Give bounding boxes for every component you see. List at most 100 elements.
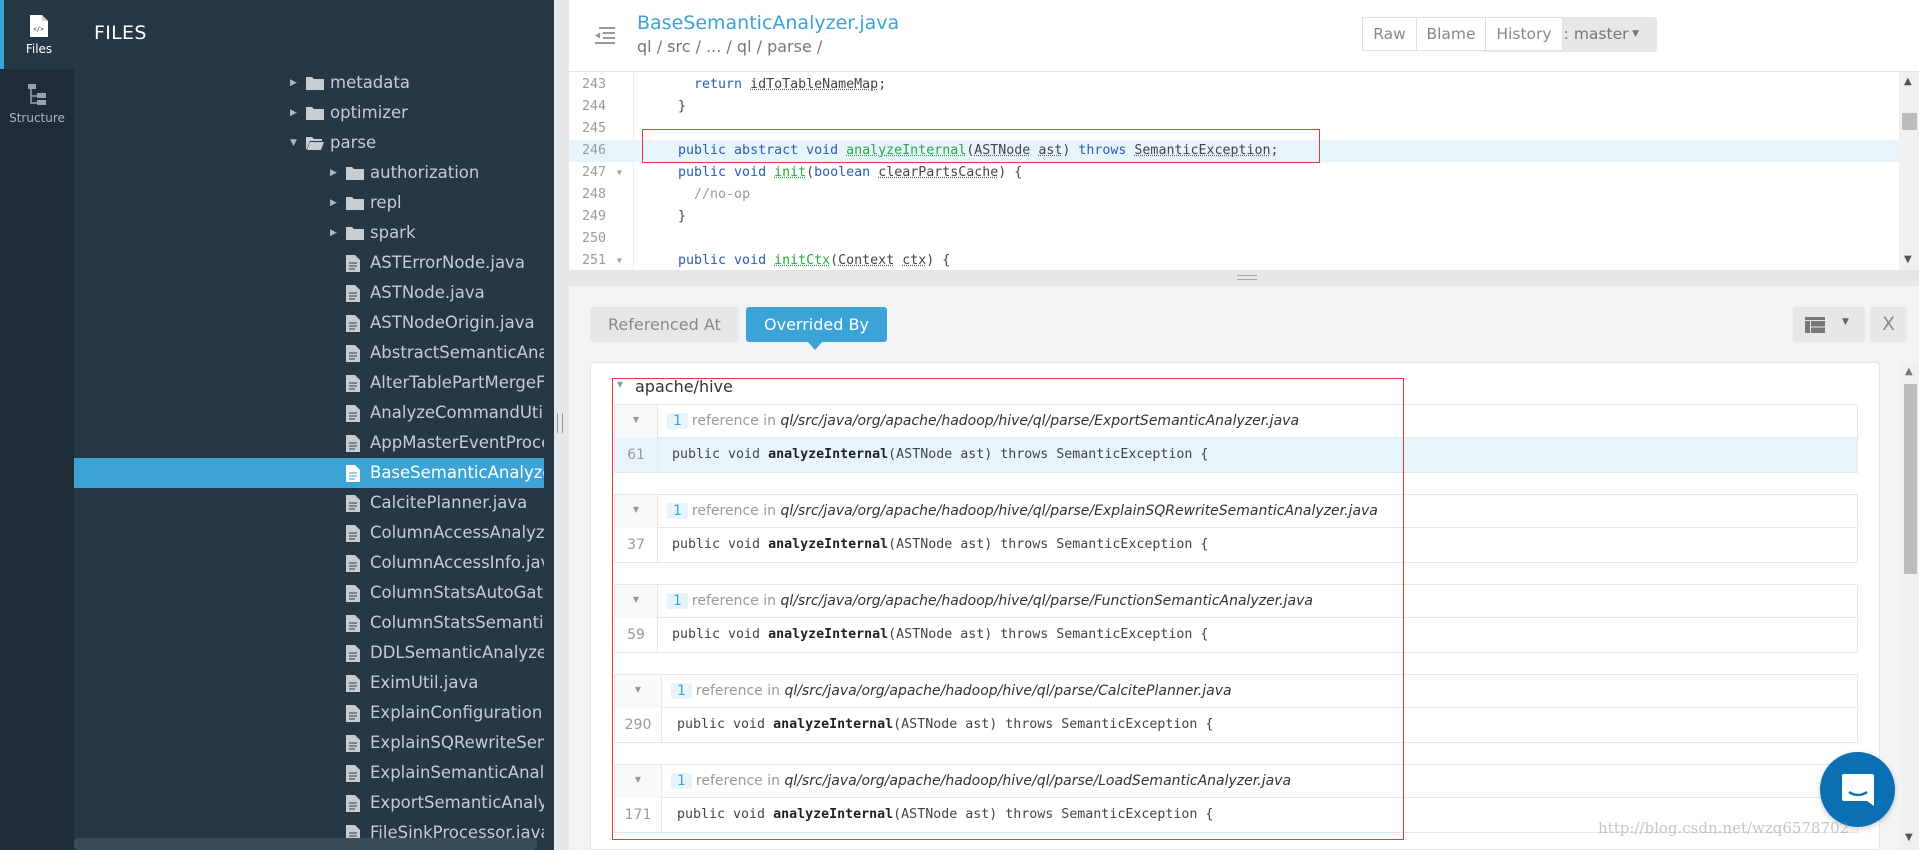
scroll-down-icon[interactable]: ▼ <box>1905 832 1913 843</box>
reference-code-line[interactable]: 61 public void analyzeInternal(ASTNode as… <box>615 438 1857 472</box>
toggle-sidebar-icon[interactable] <box>593 26 617 46</box>
line-number[interactable]: 37 <box>615 528 658 562</box>
code-symbol[interactable]: init <box>774 165 806 180</box>
code-symbol[interactable]: initCtx <box>774 253 830 268</box>
reference-file-path[interactable]: ql/src/java/org/apache/hadoop/hive/ql/pa… <box>780 593 1313 609</box>
tree-file[interactable]: ExplainConfiguration.j <box>74 698 544 728</box>
collapse-caret-icon[interactable]: ▼ <box>615 765 662 798</box>
rail-item-files[interactable]: </> Files <box>0 0 74 69</box>
tree-file[interactable]: ASTErrorNode.java <box>74 248 544 278</box>
layout-toggle-button[interactable]: ▼ <box>1793 307 1865 342</box>
tree-folder[interactable]: ▼ parse <box>74 128 544 158</box>
tree-file[interactable]: ExplainSemanticAnaly <box>74 758 544 788</box>
collapse-caret-icon[interactable]: ▼ <box>615 675 662 708</box>
code-symbol[interactable]: idToTableNameMap <box>750 77 878 92</box>
fold-caret-icon[interactable]: ▼ <box>617 162 622 184</box>
code-symbol[interactable]: ctx <box>902 253 926 268</box>
line-number[interactable]: 249 <box>569 206 614 228</box>
panel-splitter[interactable] <box>554 0 569 850</box>
tab-referenced-at[interactable]: Referenced At <box>590 307 739 342</box>
tree-file[interactable]: AppMasterEventProce <box>74 428 544 458</box>
fold-caret-icon[interactable]: ▼ <box>617 250 622 270</box>
tree-folder[interactable]: ▶ repl <box>74 188 544 218</box>
expanded-caret-icon[interactable]: ▼ <box>290 128 300 158</box>
reference-code-line[interactable]: 290 public void analyzeInternal(ASTNode a… <box>615 708 1857 742</box>
scroll-thumb[interactable] <box>1904 384 1917 574</box>
code-symbol[interactable]: clearPartsCache <box>878 165 998 180</box>
collapse-caret-icon[interactable]: ▼ <box>615 585 658 618</box>
reference-header[interactable]: ▼ 1 reference in ql/src/java/org/apache/ha… <box>615 765 1857 798</box>
reference-file-path[interactable]: ql/src/java/org/apache/hadoop/hive/ql/pa… <box>780 413 1299 429</box>
tree-file[interactable]: ColumnAccessInfo.java <box>74 548 544 578</box>
code-symbol[interactable]: Context <box>838 253 894 268</box>
collapsed-caret-icon[interactable]: ▶ <box>330 218 340 248</box>
collapsed-caret-icon[interactable]: ▶ <box>330 158 340 188</box>
horizontal-splitter[interactable] <box>569 270 1919 286</box>
line-number[interactable]: 61 <box>615 438 658 472</box>
collapsed-caret-icon[interactable]: ▶ <box>290 68 300 98</box>
chat-launcher-button[interactable] <box>1820 752 1895 827</box>
tree-file[interactable]: BaseSemanticAnalyze <box>74 458 544 488</box>
collapse-caret-icon[interactable]: ▼ <box>615 495 658 528</box>
results-vertical-scrollbar[interactable]: ▲ ▼ <box>1901 362 1919 850</box>
close-panel-button[interactable]: X <box>1870 307 1907 342</box>
reference-file-path[interactable]: ql/src/java/org/apache/hadoop/hive/ql/pa… <box>780 503 1377 519</box>
tree-folder[interactable]: ▶ metadata <box>74 68 544 98</box>
line-number[interactable]: 245 <box>569 118 614 140</box>
line-number[interactable]: 290 <box>615 708 662 742</box>
code-symbol[interactable]: analyzeInternal <box>846 143 966 158</box>
tree-file[interactable]: CalcitePlanner.java <box>74 488 544 518</box>
tree-folder[interactable]: ▶ spark <box>74 218 544 248</box>
code-vertical-scrollbar[interactable]: ▲ ▼ <box>1899 72 1919 270</box>
collapsed-caret-icon[interactable]: ▶ <box>290 98 300 128</box>
scroll-down-icon[interactable]: ▼ <box>1904 254 1912 265</box>
scroll-up-icon[interactable]: ▲ <box>1905 366 1913 377</box>
line-number[interactable]: 250 <box>569 228 614 250</box>
file-title[interactable]: BaseSemanticAnalyzer.java <box>637 12 899 34</box>
line-number[interactable]: 244 <box>569 96 614 118</box>
tree-file[interactable]: ASTNodeOrigin.java <box>74 308 544 338</box>
code-symbol[interactable]: SemanticException <box>1134 143 1270 158</box>
breadcrumb[interactable]: ql / src / ... / ql / parse / <box>637 37 822 56</box>
line-number[interactable]: 171 <box>615 798 662 832</box>
tree-file[interactable]: ExplainSQRewriteSem <box>74 728 544 758</box>
reference-file-path[interactable]: ql/src/java/org/apache/hadoop/hive/ql/pa… <box>784 683 1231 699</box>
tree-file[interactable]: DDLSemanticAnalyzer <box>74 638 544 668</box>
line-number[interactable]: 247 <box>569 162 614 184</box>
reference-header[interactable]: ▼ 1 reference in ql/src/java/org/apache/ha… <box>615 675 1857 708</box>
tree-file[interactable]: ColumnAccessAnalyze <box>74 518 544 548</box>
tree-file[interactable]: AbstractSemanticAnal <box>74 338 544 368</box>
tree-file[interactable]: ASTNode.java <box>74 278 544 308</box>
scroll-up-icon[interactable]: ▲ <box>1904 76 1912 87</box>
code-symbol[interactable]: ast <box>1038 143 1062 158</box>
line-number[interactable]: 59 <box>615 618 658 652</box>
history-button[interactable]: History <box>1485 17 1563 51</box>
reference-header[interactable]: ▼ 1 reference in ql/src/java/org/apache/ha… <box>615 405 1857 438</box>
line-number[interactable]: 246 <box>569 140 614 162</box>
tree-file[interactable]: ColumnStatsSemantic <box>74 608 544 638</box>
tree-file[interactable]: AnalyzeCommandUtils <box>74 398 544 428</box>
collapsed-caret-icon[interactable]: ▶ <box>330 188 340 218</box>
tree-file[interactable]: ColumnStatsAutoGath <box>74 578 544 608</box>
tree-file[interactable]: EximUtil.java <box>74 668 544 698</box>
line-number[interactable]: 248 <box>569 184 614 206</box>
collapse-caret-icon[interactable]: ▼ <box>615 405 658 438</box>
reference-header[interactable]: ▼ 1 reference in ql/src/java/org/apache/ha… <box>615 495 1857 528</box>
rail-item-structure[interactable]: Structure <box>0 69 74 138</box>
tree-file[interactable]: AlterTablePartMergeF <box>74 368 544 398</box>
reference-code-line[interactable]: 37 public void analyzeInternal(ASTNode as… <box>615 528 1857 562</box>
line-number[interactable]: 243 <box>569 74 614 96</box>
reference-code-line[interactable]: 59 public void analyzeInternal(ASTNode as… <box>615 618 1857 652</box>
tree-folder[interactable]: ▶ optimizer <box>74 98 544 128</box>
reference-header[interactable]: ▼ 1 reference in ql/src/java/org/apache/ha… <box>615 585 1857 618</box>
tree-file[interactable]: ExportSemanticAnalyz <box>74 788 544 818</box>
raw-button[interactable]: Raw <box>1362 17 1417 51</box>
line-number[interactable]: 251 <box>569 250 614 270</box>
tab-overrided-by[interactable]: Overrided By <box>746 307 887 350</box>
tree-folder[interactable]: ▶ authorization <box>74 158 544 188</box>
code-symbol[interactable]: ASTNode <box>974 143 1030 158</box>
scroll-thumb[interactable] <box>1902 113 1917 130</box>
reference-file-path[interactable]: ql/src/java/org/apache/hadoop/hive/ql/pa… <box>784 773 1291 789</box>
reference-code-line[interactable]: 171 public void analyzeInternal(ASTNode a… <box>615 798 1857 832</box>
collapse-caret-icon[interactable]: ▼ <box>617 380 623 389</box>
